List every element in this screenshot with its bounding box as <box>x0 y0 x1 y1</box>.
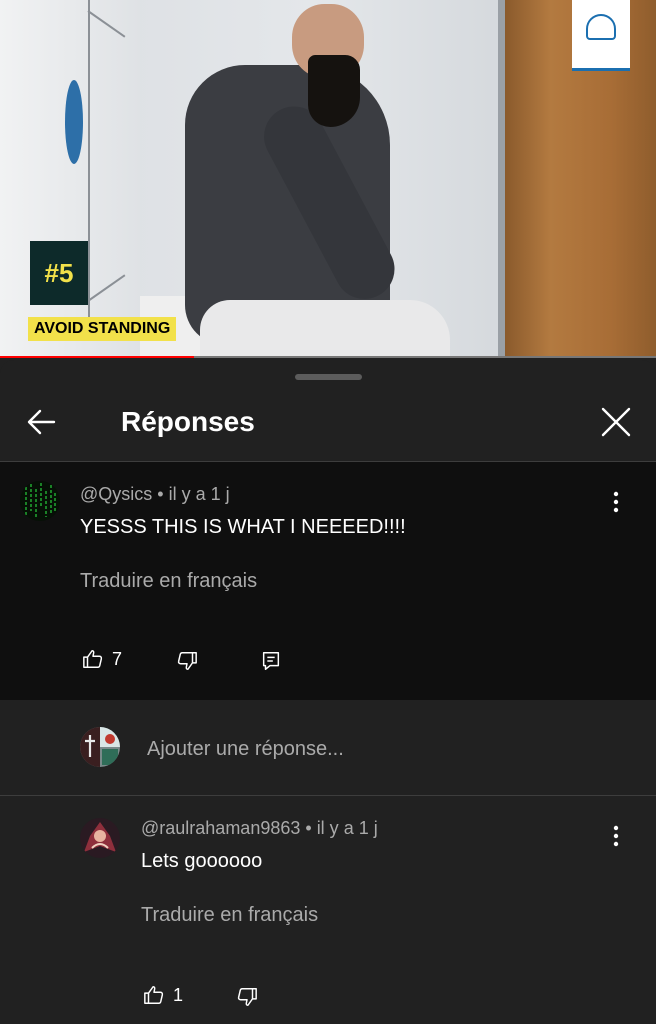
more-options-icon[interactable] <box>606 823 626 849</box>
thumbs-down-icon <box>237 988 257 1006</box>
comment-meta: @Qysics • il y a 1 j <box>80 484 230 504</box>
video-progress-bar[interactable] <box>0 356 656 358</box>
replies-panel: Réponses @Qysics • il y a 1 j YESSS THIS… <box>0 360 656 1024</box>
comment-text: Lets goooooo <box>141 850 263 872</box>
video-player[interactable]: #5 AVOID STANDING <box>0 0 656 358</box>
close-icon <box>601 407 631 437</box>
drag-handle[interactable] <box>295 374 362 380</box>
close-button[interactable] <box>596 402 636 442</box>
like-button[interactable]: 1 <box>143 982 183 1008</box>
reply-button[interactable] <box>260 648 282 674</box>
comment-author[interactable]: @raulrahaman9863 <box>141 818 300 838</box>
my-avatar[interactable] <box>80 727 120 767</box>
thumbs-down-icon <box>177 652 197 670</box>
translate-link[interactable]: Traduire en français <box>141 902 318 928</box>
reply-input[interactable]: Ajouter une réponse... <box>147 736 344 762</box>
dislike-button[interactable] <box>236 984 258 1010</box>
thumbs-up-icon <box>83 650 103 668</box>
comment-meta: @raulrahaman9863 • il y a 1 j <box>141 818 378 838</box>
more-options-icon[interactable] <box>606 489 626 515</box>
arrow-left-icon <box>27 409 56 435</box>
video-badge-number: #5 <box>30 241 88 305</box>
dislike-button[interactable] <box>176 648 198 674</box>
reply-input-row: Ajouter une réponse... <box>0 700 656 794</box>
avatar[interactable] <box>20 481 60 521</box>
like-button[interactable]: 7 <box>82 646 122 672</box>
like-count: 1 <box>173 984 184 1005</box>
video-badge-label: AVOID STANDING <box>28 317 177 341</box>
reply-comment: @raulrahaman9863 • il y a 1 j Lets goooo… <box>0 796 656 1024</box>
comment-highlighted: @Qysics • il y a 1 j YESSS THIS IS WHAT … <box>0 462 656 700</box>
comment-age: il y a 1 j <box>316 818 378 838</box>
avatar[interactable] <box>80 818 120 858</box>
panel-title: Réponses <box>121 406 255 437</box>
thumbs-up-icon <box>144 986 164 1004</box>
channel-logo <box>572 0 630 71</box>
comment-text: YESSS THIS IS WHAT I NEEEED!!!! <box>80 516 406 538</box>
comment-icon <box>262 652 280 670</box>
video-progress-fill <box>0 356 194 358</box>
back-button[interactable] <box>22 402 62 442</box>
translate-link[interactable]: Traduire en français <box>80 568 257 594</box>
comment-author[interactable]: @Qysics <box>80 484 152 504</box>
comment-age: il y a 1 j <box>168 484 230 504</box>
like-count: 7 <box>112 648 123 669</box>
